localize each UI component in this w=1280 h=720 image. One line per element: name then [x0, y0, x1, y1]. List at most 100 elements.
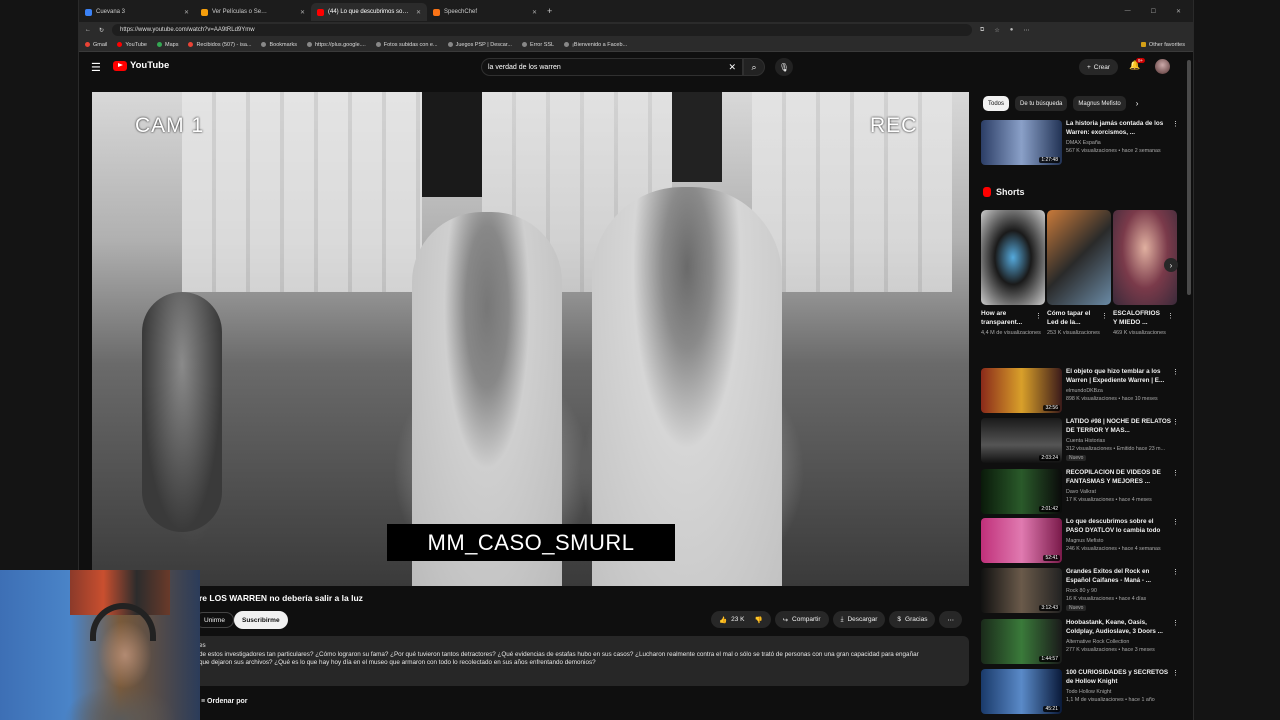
related-channel[interactable]: Todo Hollow Knight — [1066, 689, 1111, 695]
video-thumbnail[interactable]: 32:56 — [981, 368, 1062, 413]
related-title[interactable]: La historia jamás contada de los Warren:… — [1066, 120, 1172, 137]
short-thumbnail[interactable] — [1113, 210, 1177, 305]
bookmark-bookmarks[interactable]: Bookmarks — [261, 42, 297, 48]
profile-icon[interactable]: ● — [1010, 27, 1014, 34]
related-channel[interactable]: elmundoDKBza — [1066, 388, 1103, 394]
youtube-logo[interactable]: YouTube — [113, 60, 169, 71]
bookmark-facebook[interactable]: ¡Bienvenido a Faceb... — [564, 42, 627, 48]
video-thumbnail[interactable]: 1:27:48 — [981, 120, 1062, 165]
related-channel[interactable]: Davo Valkrat — [1066, 489, 1096, 495]
more-options-icon[interactable]: ⋮ — [1172, 619, 1179, 627]
related-video[interactable]: 45:21 100 CURIOSIDADES y SECRETOS de Hol… — [981, 669, 1181, 715]
related-channel[interactable]: Cuenta Historias — [1066, 438, 1105, 444]
more-options-icon[interactable]: ⋮ — [1167, 312, 1174, 320]
more-options-icon[interactable]: ⋮ — [1035, 312, 1042, 320]
short-item[interactable]: ESCALOFRIOS Y MIEDO ... 469 K visualizac… — [1113, 210, 1177, 337]
page-scrollbar[interactable] — [1187, 60, 1191, 295]
more-actions-icon[interactable]: ⋯ — [939, 611, 962, 628]
close-icon[interactable]: ✕ — [416, 9, 421, 16]
related-channel[interactable]: DMAX España — [1066, 140, 1101, 146]
more-options-icon[interactable]: ⋮ — [1172, 120, 1179, 128]
related-video[interactable]: 2:01:42 RECOPILACIÓN DE VIDEOS DE FANTAS… — [981, 469, 1181, 515]
related-video[interactable]: 1:27:48 La historia jamás contada de los… — [981, 120, 1181, 166]
related-title[interactable]: RECOPILACIÓN DE VIDEOS DE FANTASMAS Y ME… — [1066, 469, 1172, 486]
subscribe-button[interactable]: Suscribirme — [234, 611, 288, 629]
more-options-icon[interactable]: ⋮ — [1172, 518, 1179, 526]
close-icon[interactable]: ✕ — [532, 9, 537, 16]
extensions-icon[interactable]: ⧉ — [980, 27, 984, 34]
bookmark-juegos-psp[interactable]: Juegos PSP | Descar... — [447, 42, 512, 48]
new-tab-icon[interactable]: + — [547, 6, 552, 16]
more-options-icon[interactable]: ⋮ — [1172, 669, 1179, 677]
related-channel[interactable]: Rock 80 y 90 — [1066, 588, 1097, 594]
bookmark-youtube[interactable]: YouTube — [117, 42, 147, 48]
video-thumbnail[interactable]: 52:41 — [981, 518, 1062, 563]
video-thumbnail[interactable]: 2:03:24 — [981, 418, 1062, 463]
bookmark-inbox[interactable]: Recibidos (507) - isa... — [188, 42, 251, 48]
url-field[interactable]: https://www.youtube.com/watch?v=AA9tRLd9… — [112, 24, 973, 36]
reload-icon[interactable]: ↻ — [99, 27, 104, 34]
bookmark-plus-google[interactable]: https://plus.google.... — [307, 42, 366, 48]
bookmark-gmail[interactable]: Gmail — [85, 42, 107, 48]
bookmark-error-ssl[interactable]: Error SSL — [521, 42, 554, 48]
tab-speechchef[interactable]: SpeechChef ✕ — [427, 3, 543, 21]
bookmark-fotos[interactable]: Fotos subidas con e... — [375, 42, 438, 48]
related-title[interactable]: Grandes Éxitos del Rock en Español Caifa… — [1066, 568, 1172, 585]
more-options-icon[interactable]: ⋮ — [1172, 368, 1179, 376]
chevron-right-icon[interactable]: › — [1136, 99, 1139, 108]
more-options-icon[interactable]: ⋮ — [1172, 469, 1179, 477]
related-channel[interactable]: Magnus Mefisto — [1066, 538, 1103, 544]
create-button[interactable]: + Crear — [1079, 59, 1119, 75]
search-button[interactable]: ⌕ — [743, 58, 765, 76]
video-thumbnail[interactable]: 3:12:43 — [981, 568, 1062, 613]
short-item[interactable]: Cómo tapar el Led de la... 253 K visuali… — [1047, 210, 1111, 337]
chip-de-tu-busqueda[interactable]: De tu búsqueda — [1015, 96, 1068, 111]
short-item[interactable]: How are transparent... 4,4 M de visualiz… — [981, 210, 1045, 337]
shorts-next-button[interactable]: › — [1164, 258, 1178, 272]
chip-magnus-mefisto[interactable]: Magnus Mefisto — [1073, 96, 1126, 111]
video-thumbnail[interactable]: 2:01:42 — [981, 469, 1062, 514]
tab-cuevana[interactable]: Cuevana 3 ✕ — [79, 3, 195, 21]
minimize-icon[interactable]: — — [1125, 8, 1131, 15]
close-icon[interactable]: ✕ — [184, 9, 189, 16]
join-button[interactable]: Unirme — [195, 612, 234, 628]
maximize-icon[interactable]: ☐ — [1151, 8, 1156, 15]
related-title[interactable]: 100 CURIOSIDADES y SECRETOS de Hollow Kn… — [1066, 669, 1172, 686]
thumbs-down-icon[interactable]: 👎 — [754, 616, 762, 624]
video-thumbnail[interactable]: 45:21 — [981, 669, 1062, 714]
back-icon[interactable]: ← — [85, 27, 91, 33]
related-video[interactable]: 2:03:24 LATIDO #98 | NOCHE DE RELATOS DE… — [981, 418, 1181, 464]
video-description[interactable]: es de estos investigadores tan particula… — [189, 636, 969, 686]
related-channel[interactable]: Alternative Rock Collection — [1066, 639, 1129, 645]
related-video[interactable]: 1:44:57 Hoobastank, Keane, Oasis, Coldpl… — [981, 619, 1181, 665]
favorites-icon[interactable]: ☆ — [994, 27, 999, 34]
related-title[interactable]: LATIDO #98 | NOCHE DE RELATOS DE TERROR … — [1066, 418, 1172, 435]
menu-icon[interactable]: ⋯ — [1023, 27, 1029, 34]
close-icon[interactable]: ✕ — [300, 9, 305, 16]
related-title[interactable]: El objeto que hizo temblar a los Warren … — [1066, 368, 1172, 385]
video-thumbnail[interactable]: 1:44:57 — [981, 619, 1062, 664]
chip-todos[interactable]: Todos — [983, 96, 1010, 111]
tab-peliculas[interactable]: Ver Películas o Se… ✕ — [195, 3, 311, 21]
short-thumbnail[interactable] — [1047, 210, 1111, 305]
hamburger-menu-icon[interactable]: ☰ — [91, 61, 101, 74]
tab-youtube[interactable]: (44) Lo que descubrimos so… ✕ — [311, 3, 427, 21]
bookmark-maps[interactable]: Maps — [157, 42, 178, 48]
related-title[interactable]: Hoobastank, Keane, Oasis, Coldplay, Audi… — [1066, 619, 1172, 636]
other-favorites[interactable]: Other favorites — [1140, 42, 1193, 48]
download-button[interactable]: ⤓ Descargar — [832, 611, 886, 628]
related-video[interactable]: 52:41 Lo que descubrimos sobre el PASO D… — [981, 518, 1181, 564]
like-button[interactable]: 👍 23 K 👎 — [711, 611, 771, 628]
short-thumbnail[interactable] — [981, 210, 1045, 305]
share-button[interactable]: ↪ Compartir — [774, 611, 829, 628]
account-avatar[interactable] — [1155, 59, 1170, 74]
more-options-icon[interactable]: ⋮ — [1172, 568, 1179, 576]
video-player[interactable]: CAM 1 REC MM_CASO_SMURL — [92, 92, 969, 586]
thanks-button[interactable]: $ Gracias — [889, 611, 936, 628]
related-video[interactable]: 3:12:43 Grandes Éxitos del Rock en Españ… — [981, 568, 1181, 614]
close-window-icon[interactable]: ✕ — [1176, 8, 1181, 15]
search-input[interactable]: la verdad de los warren ✕ — [481, 58, 743, 76]
more-options-icon[interactable]: ⋮ — [1172, 418, 1179, 426]
voice-search-button[interactable]: 🎙 — [775, 58, 793, 76]
sort-comments-button[interactable]: ≡ Ordenar por — [201, 698, 247, 705]
